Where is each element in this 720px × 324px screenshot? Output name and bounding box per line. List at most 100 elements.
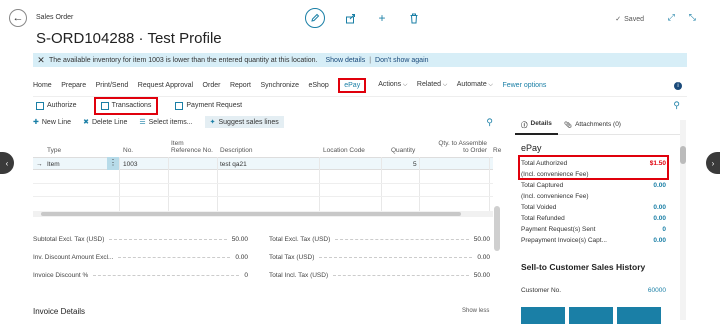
factbox-pane: ⓘ Details 📎︎ Attachments (0) ePay Total … (515, 115, 685, 324)
tab-details[interactable]: ⓘ Details (515, 115, 558, 135)
history-tile[interactable] (521, 307, 565, 324)
cell-no[interactable]: 1003 (123, 161, 137, 168)
menu-actions[interactable]: Actions (378, 81, 407, 89)
factbox-row-value[interactable]: 0.00 (653, 182, 666, 189)
inv-discount-value[interactable]: 0.00 (235, 254, 248, 261)
cell-description[interactable]: test qa21 (220, 161, 247, 168)
next-record-button[interactable]: › (706, 152, 720, 174)
suggest-sales-lines-button[interactable]: ✦ Suggest sales lines (204, 116, 284, 128)
factbox-row: Total Voided 0.00 (521, 204, 666, 211)
column-divider (381, 157, 382, 212)
col-description[interactable]: Description (220, 147, 253, 154)
factbox-row-value[interactable]: $1.50 (650, 160, 666, 167)
cell-type[interactable]: Item (47, 161, 60, 168)
scrollbar-thumb[interactable] (680, 146, 686, 164)
pin-icon[interactable]: ⚲ (673, 100, 680, 111)
plus-icon: + (378, 11, 386, 25)
factbox-scrollbar[interactable] (680, 120, 686, 320)
delete-line-icon: ✖ (83, 119, 89, 126)
col-qty-to-assemble[interactable]: Qty. to Assemble to Order (437, 140, 487, 154)
customer-label: Customer No. (521, 287, 562, 294)
menu-order[interactable]: Order (203, 82, 221, 89)
select-items-label: Select items... (148, 118, 193, 126)
factbox-row-value[interactable]: 0.00 (653, 215, 666, 222)
factbox-row-value[interactable]: 0.00 (653, 237, 666, 244)
fewer-options-link[interactable]: Fewer options (502, 82, 546, 89)
horizontal-scrollbar[interactable] (33, 211, 493, 217)
vertical-scrollbar[interactable] (494, 206, 500, 251)
row-actions-icon[interactable]: ⋮ (107, 157, 119, 170)
menu-epay[interactable]: ePay (338, 77, 367, 93)
new-button[interactable]: + (375, 11, 389, 25)
menu-synchronize[interactable]: Synchronize (260, 82, 299, 89)
document-icon (175, 101, 184, 110)
factbox-row-value[interactable]: 0 (662, 226, 666, 233)
edit-button[interactable] (305, 8, 325, 28)
authorize-label: Authorize (47, 102, 77, 109)
arrow-left-icon: ← (12, 12, 24, 24)
collapse-icon[interactable]: ⤡ (689, 12, 696, 23)
total-excl-value: 50.00 (473, 235, 490, 243)
col-quantity[interactable]: Quantity (391, 147, 415, 154)
new-line-button[interactable]: ✚ New Line (33, 118, 71, 127)
invoice-details-heading[interactable]: Invoice Details (33, 307, 85, 316)
factbox-row-label: Total Captured (521, 182, 564, 189)
col-location-code[interactable]: Location Code (323, 147, 365, 154)
transactions-label: Transactions (111, 102, 152, 109)
lines-toolbar: ✚ New Line ✖ Delete Line ☰ Select items... … (33, 115, 503, 129)
menu-related[interactable]: Related (417, 81, 447, 89)
column-divider (489, 157, 490, 212)
action-bar: Home Prepare Print/Send Request Approval… (33, 77, 687, 93)
menu-eshop[interactable]: eShop (309, 82, 329, 89)
dont-show-again-link[interactable]: Don't show again (375, 57, 428, 64)
scrollbar-thumb[interactable] (41, 212, 461, 216)
history-tile[interactable] (569, 307, 613, 324)
col-no[interactable]: No. (123, 147, 133, 154)
menu-home[interactable]: Home (33, 82, 52, 89)
back-button[interactable]: ← (9, 9, 27, 27)
delete-line-button[interactable]: ✖ Delete Line (83, 118, 127, 127)
open-new-window-icon[interactable]: ⤢ (668, 12, 675, 23)
close-icon[interactable]: ✕ (33, 55, 49, 66)
show-details-link[interactable]: Show details (326, 57, 366, 64)
select-items-button[interactable]: ☰ Select items... (139, 118, 193, 127)
info-icon[interactable]: i (674, 82, 682, 90)
new-line-icon: ✚ (33, 119, 39, 126)
payment-request-button[interactable]: Payment Request (172, 100, 245, 112)
notification-message: The available inventory for item 1003 is… (49, 56, 318, 64)
menu-request-approval[interactable]: Request Approval (138, 82, 193, 89)
factbox-row: (Incl. convenience Fee) (521, 193, 666, 200)
menu-automate[interactable]: Automate (457, 81, 493, 89)
suggest-icon: ✦ (209, 119, 216, 126)
lines-pin-icon[interactable]: ⚲ (486, 117, 493, 128)
factbox-row-value[interactable]: 0.00 (653, 204, 666, 211)
authorize-button[interactable]: Authorize (33, 100, 80, 112)
page-title: S-ORD104288 · Test Profile (36, 30, 222, 47)
total-excl-row: Total Excl. Tax (USD) 50.00 (269, 234, 490, 244)
menu-prepare[interactable]: Prepare (61, 82, 86, 89)
col-item-reference[interactable]: Item Reference No. (171, 140, 215, 154)
menu-report[interactable]: Report (230, 82, 251, 89)
col-type[interactable]: Type (47, 147, 61, 154)
factbox-row-label: Total Refunded (521, 215, 565, 222)
leader-dots (319, 256, 473, 258)
cell-quantity[interactable]: 5 (413, 161, 417, 168)
inv-discount-row: Inv. Discount Amount Excl... 0.00 (33, 252, 248, 262)
leader-dots (333, 274, 469, 276)
previous-record-button[interactable]: ‹ (0, 152, 14, 174)
menu-print-send[interactable]: Print/Send (96, 82, 129, 89)
inv-discount-pct-value[interactable]: 0 (244, 272, 248, 279)
column-divider (419, 157, 420, 212)
leader-dots (118, 256, 231, 258)
col-re[interactable]: Re (493, 147, 501, 154)
history-tile[interactable] (617, 307, 661, 324)
delete-button[interactable] (407, 11, 421, 25)
table-row[interactable]: → Item 1003 test qa21 5 (33, 157, 493, 170)
show-less-link[interactable]: Show less (462, 308, 489, 314)
tab-attachments[interactable]: 📎︎ Attachments (0) (558, 115, 627, 135)
transactions-button[interactable]: Transactions (93, 96, 159, 115)
share-button[interactable] (343, 11, 357, 25)
customer-value[interactable]: 60000 (648, 287, 666, 294)
sales-lines-grid: Type No. Item Reference No. Description … (33, 137, 503, 212)
saved-label: Saved (624, 15, 644, 23)
